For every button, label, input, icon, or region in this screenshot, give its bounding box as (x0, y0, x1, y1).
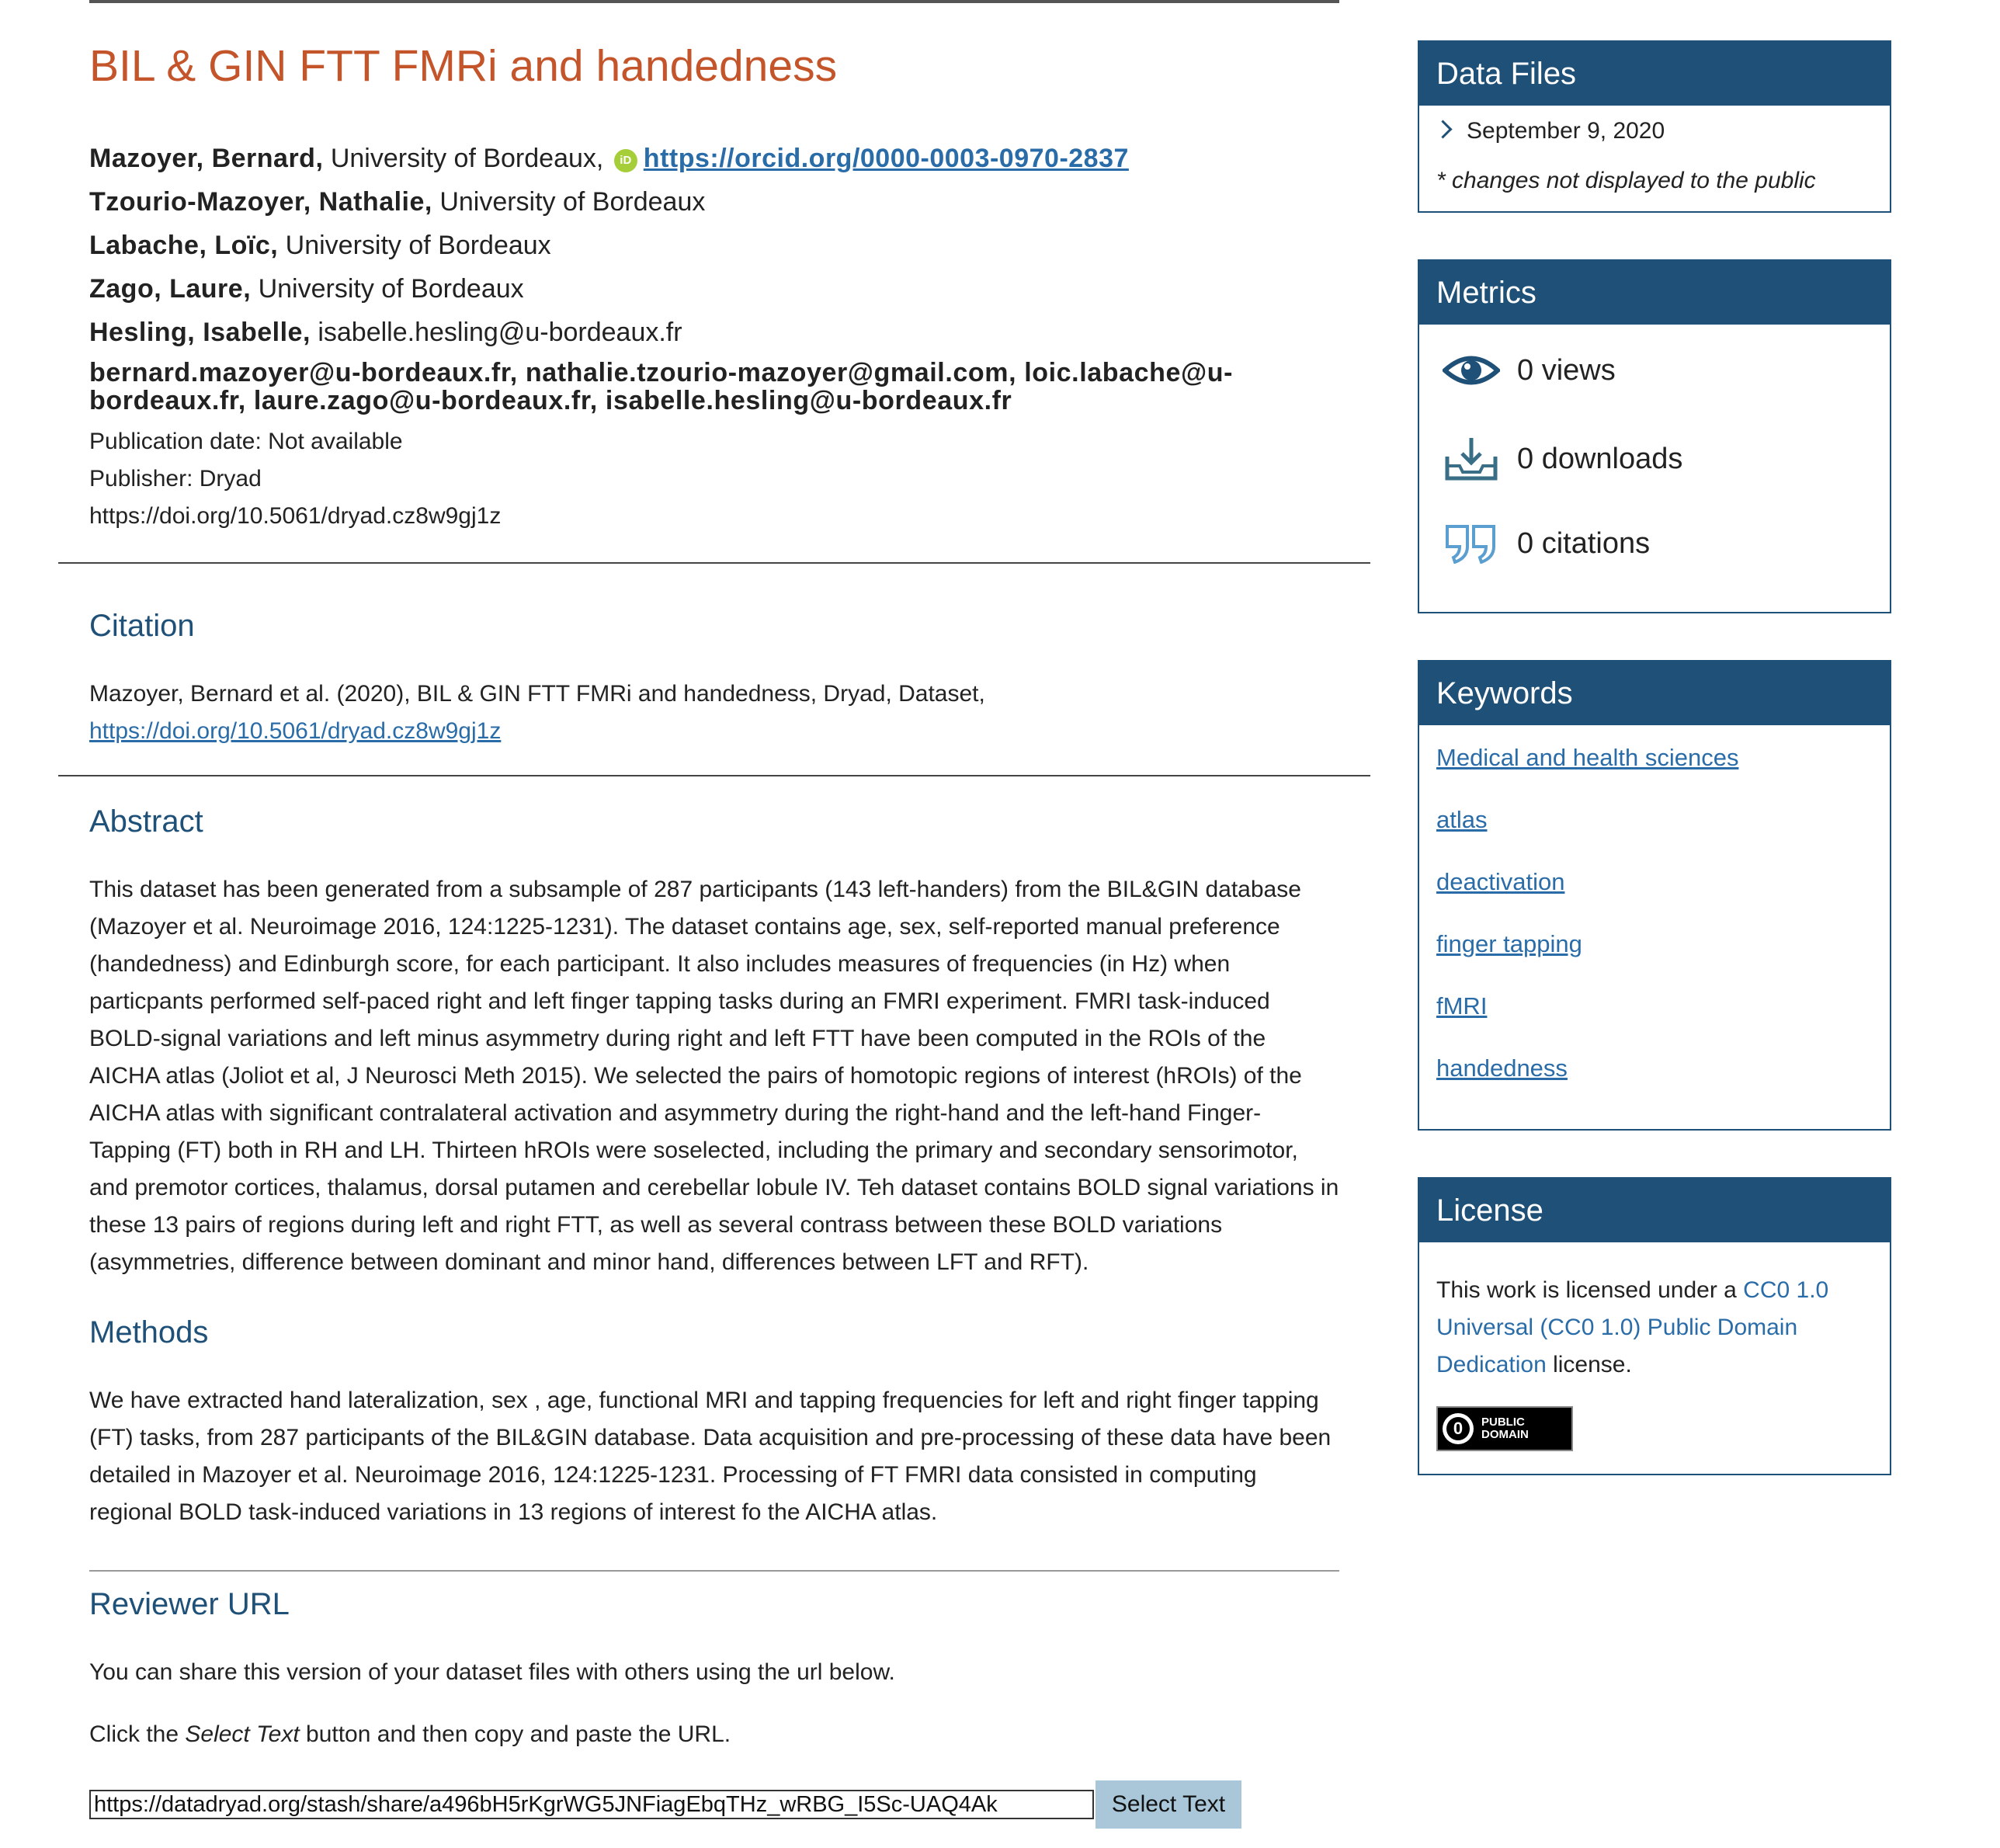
orcid-icon: iD (613, 149, 637, 172)
keyword-link[interactable]: deactivation (1436, 868, 1564, 896)
chevron-right-icon (1433, 120, 1453, 139)
public-domain-badge[interactable]: 0 PUBLIC DOMAIN (1436, 1406, 1573, 1451)
metrics-heading: Metrics (1419, 261, 1890, 325)
data-files-heading: Data Files (1419, 42, 1890, 106)
data-files-panel: Data Files September 9, 2020 * changes n… (1418, 40, 1891, 213)
metrics-panel: Metrics 0 views 0 downloads 0 citations (1418, 259, 1891, 613)
methods-text: We have extracted hand lateralization, s… (89, 1388, 1332, 1525)
contact-emails: bernard.mazoyer@u-bordeaux.fr, nathalie.… (89, 358, 1234, 415)
public-domain-icon: 0 (1443, 1413, 1474, 1444)
keyword-link[interactable]: atlas (1436, 806, 1487, 834)
version-item[interactable]: September 9, 2020 (1433, 118, 1665, 144)
version-date: September 9, 2020 (1467, 118, 1665, 144)
top-divider (89, 0, 1339, 3)
abstract-heading: Abstract (89, 804, 203, 839)
metric-citations: 0 citations (1443, 523, 1650, 564)
keyword-link[interactable]: fMRI (1436, 992, 1487, 1020)
license-suffix: license. (1546, 1352, 1632, 1377)
abstract-text: This dataset has been generated from a s… (89, 877, 1339, 1275)
badge-line: PUBLIC (1481, 1416, 1525, 1429)
author-item: Labache, Loïc, University of Bordeaux (89, 224, 1339, 267)
author-affiliation: University of Bordeaux (285, 231, 551, 260)
keyword-link[interactable]: Medical and health sciences (1436, 744, 1738, 772)
license-heading: License (1419, 1179, 1890, 1242)
instruction-emphasis: Select Text (185, 1721, 300, 1747)
eye-icon (1443, 356, 1500, 385)
author-affiliation: University of Bordeaux, (330, 144, 604, 173)
publisher: Publisher: Dryad (89, 466, 262, 492)
quote-icon (1446, 525, 1495, 564)
author-item: Hesling, Isabelle, isabelle.hesling@u-bo… (89, 311, 1339, 354)
author-item: Mazoyer, Bernard, University of Bordeaux… (89, 137, 1339, 180)
keyword-link[interactable]: finger tapping (1436, 930, 1582, 958)
author-affiliation: isabelle.hesling@u-bordeaux.fr (318, 318, 682, 347)
badge-label: PUBLIC DOMAIN (1481, 1416, 1529, 1441)
publication-date: Publication date: Not available (89, 429, 403, 454)
citation-text: Mazoyer, Bernard et al. (2020), BIL & GI… (89, 676, 1339, 750)
instruction-text: Click the (89, 1721, 186, 1747)
author-item: Tzourio-Mazoyer, Nathalie, University of… (89, 180, 1339, 224)
section-divider (89, 1570, 1339, 1572)
section-divider (58, 562, 1370, 564)
author-name: Hesling, Isabelle, (89, 318, 311, 347)
reviewer-text: You can share this version of your datas… (89, 1659, 895, 1685)
citations-count: 0 citations (1517, 526, 1651, 560)
keywords-heading: Keywords (1419, 662, 1890, 725)
dataset-title: BIL & GIN FTT FMRi and handedness (89, 41, 838, 91)
instruction-text: button and then copy and paste the URL. (299, 1721, 731, 1747)
reviewer-heading: Reviewer URL (89, 1587, 290, 1621)
license-text: This work is licensed under a CC0 1.0 Un… (1436, 1272, 1871, 1384)
author-name: Mazoyer, Bernard, (89, 144, 324, 173)
author-name: Tzourio-Mazoyer, Nathalie, (89, 187, 432, 217)
downloads-count: 0 downloads (1517, 442, 1683, 475)
author-affiliation: University of Bordeaux (439, 187, 706, 217)
citation-heading: Citation (89, 609, 195, 643)
license-panel: License This work is licensed under a CC… (1418, 1177, 1891, 1475)
author-list: Mazoyer, Bernard, University of Bordeaux… (89, 137, 1339, 354)
reviewer-url-input[interactable] (89, 1790, 1094, 1819)
doi-text: https://doi.org/10.5061/dryad.cz8w9gj1z (89, 503, 502, 529)
citation-body: Mazoyer, Bernard et al. (2020), BIL & GI… (89, 681, 985, 707)
reviewer-instructions: Click the Select Text button and then co… (89, 1716, 1339, 1753)
author-name: Zago, Laure, (89, 274, 252, 304)
download-icon (1445, 438, 1498, 481)
select-text-button[interactable]: Select Text (1095, 1780, 1241, 1829)
metric-downloads: 0 downloads (1443, 435, 1682, 483)
changes-note: * changes not displayed to the public (1436, 168, 1816, 193)
license-prefix: This work is licensed under a (1436, 1277, 1744, 1303)
views-count: 0 views (1517, 353, 1616, 387)
orcid-link[interactable]: https://orcid.org/0000-0003-0970-2837 (644, 144, 1129, 173)
citation-doi-link[interactable]: https://doi.org/10.5061/dryad.cz8w9gj1z (89, 718, 501, 744)
author-item: Zago, Laure, University of Bordeaux (89, 267, 1339, 311)
badge-line: DOMAIN (1481, 1428, 1529, 1441)
author-name: Labache, Loïc, (89, 231, 279, 260)
keywords-panel: Keywords Medical and health sciences atl… (1418, 660, 1891, 1131)
keyword-link[interactable]: handedness (1436, 1054, 1568, 1082)
methods-heading: Methods (89, 1315, 209, 1350)
metric-views: 0 views (1443, 351, 1616, 390)
author-affiliation: University of Bordeaux (258, 274, 524, 304)
section-divider (58, 775, 1370, 776)
